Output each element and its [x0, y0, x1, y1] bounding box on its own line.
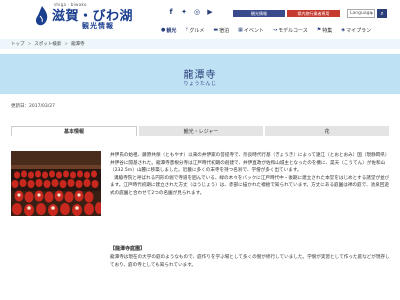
nav-item-model-course[interactable]: ↝ モデルコース	[273, 27, 308, 34]
section-heading: 【龍潭寺庭園】	[110, 246, 146, 252]
tab-leisure[interactable]: 観光・レジャー	[139, 126, 263, 136]
flag-icon: ⚑	[316, 27, 322, 33]
site-header: shiga · biwako 滋賀・びわ湖 観光情報 f ✦ ◎ ▶ 観光情報 …	[0, 0, 400, 34]
breadcrumb-current: 龍潭寺	[71, 42, 85, 47]
route-icon: ↝	[272, 27, 278, 33]
page-hero: 龍潭寺 りょうたんじ	[0, 54, 400, 94]
twitter-icon[interactable]: ✦	[180, 8, 188, 16]
nav-item-label: グルメ	[189, 27, 205, 34]
breadcrumb-spot-search[interactable]: スポット検索	[34, 41, 61, 47]
breadcrumb-separator-icon: >	[27, 41, 32, 47]
site-logo[interactable]: shiga · biwako 滋賀・びわ湖 観光情報	[34, 2, 133, 32]
map-pin-icon: ●	[161, 27, 166, 33]
nav-item-label: イベント	[243, 27, 264, 34]
nav-item-my-plan[interactable]: ◈ マイプラン	[341, 27, 371, 34]
lake-logo-icon	[35, 6, 48, 26]
nav-item-lodging[interactable]: ▬ 宿泊	[213, 27, 229, 34]
daruma-hall-photo	[11, 151, 101, 216]
nav-item-label: 宿泊	[219, 27, 230, 34]
nav-item-features[interactable]: ⚑ 特集	[317, 27, 333, 34]
tab-flowers[interactable]: 花	[265, 126, 389, 136]
facebook-icon[interactable]: f	[167, 8, 175, 16]
utensils-icon: ᛘ	[185, 27, 189, 33]
spot-photo	[11, 151, 101, 216]
nav-item-sightseeing[interactable]: ● 観光	[161, 27, 176, 34]
social-links: f ✦ ◎ ▶	[167, 8, 214, 20]
nav-item-label: マイプラン	[346, 27, 372, 34]
description-paragraph: 井伊氏の始祖、藤原共保（ともやす）以来の井伊家の菩提寺で、奈良時代行基（ぎょうき…	[110, 153, 390, 174]
bed-icon: ▬	[213, 27, 219, 33]
tab-basic-info[interactable]: 基本情報	[11, 126, 137, 136]
search-icon[interactable]: ⌕	[377, 9, 387, 18]
tab-tourism-info[interactable]: 観光情報	[233, 10, 285, 17]
breadcrumb-separator-icon: >	[64, 41, 69, 47]
calendar-icon: ▦	[238, 27, 243, 33]
instagram-icon[interactable]: ◎	[193, 8, 201, 16]
language-select[interactable]: Language	[347, 9, 375, 18]
breadcrumb: トップ > スポット検索 > 龍潭寺	[0, 39, 400, 49]
nav-item-label: モデルコース	[278, 27, 308, 34]
map-icon: ◈	[341, 27, 346, 33]
nav-item-events[interactable]: ▦ イベント	[238, 27, 264, 34]
tab-travel-agency[interactable]: 県内旅行業者専用	[287, 10, 340, 17]
spot-description: 井伊氏の始祖、藤原共保（ともやす）以来の井伊家の菩提寺で、奈良時代行基（ぎょうき…	[110, 152, 390, 198]
info-tabs: 基本情報 観光・レジャー 花	[11, 126, 389, 136]
youtube-icon[interactable]: ▶	[206, 8, 214, 16]
page-title: 龍潭寺	[183, 70, 217, 81]
garden-description: 龍潭寺は現在の大学の庭のようなもので、庭作りを学ぶ場として多くの僧が修行していま…	[110, 255, 390, 268]
description-paragraph: 溝脇寺院と呼ばれる円形の堀で寺道を囲んでいる、緑の木々をバックに江戸時代中・後期…	[110, 175, 390, 196]
nav-item-gourmet[interactable]: ᛘ グルメ	[185, 27, 204, 34]
page-title-reading: りょうたんじ	[183, 81, 217, 87]
nav-item-label: 特集	[322, 27, 333, 34]
nav-item-label: 観光	[166, 27, 177, 34]
breadcrumb-top[interactable]: トップ	[11, 41, 25, 47]
main-nav: ● 観光 ᛘ グルメ ▬ 宿泊 ▦ イベント ↝ モデルコース ⚑ 特集 ◈ マイプラン	[161, 25, 371, 35]
updated-date: 更新日：2017/03/27	[11, 104, 55, 109]
logo-tagline: 観光情報	[82, 22, 114, 30]
